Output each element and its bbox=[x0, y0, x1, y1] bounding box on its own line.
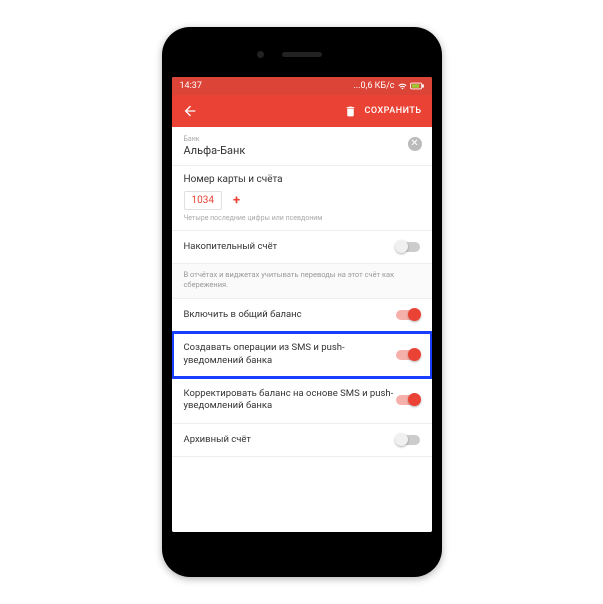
status-time: 14:37 bbox=[180, 81, 202, 91]
card-digits-chip[interactable]: 1034 bbox=[184, 191, 222, 210]
card-section-title: Номер карты и счёта bbox=[184, 174, 420, 185]
archive-toggle[interactable] bbox=[396, 435, 420, 445]
content[interactable]: Банк Альфа-Банк ✕ Номер карты и счёта 10… bbox=[172, 127, 432, 532]
phone-frame: 14:37 ...0,6 КБ/с СОХРАНИТЬ bbox=[162, 27, 442, 577]
add-card-button[interactable]: + bbox=[228, 191, 245, 210]
bank-field-label: Банк bbox=[184, 135, 420, 143]
close-icon: ✕ bbox=[410, 139, 418, 149]
savings-toggle[interactable] bbox=[396, 242, 420, 252]
delete-icon[interactable] bbox=[344, 105, 357, 118]
wifi-icon bbox=[398, 82, 407, 91]
app-bar: СОХРАНИТЬ bbox=[172, 95, 432, 127]
include-balance-toggle[interactable] bbox=[396, 310, 420, 320]
correct-balance-toggle[interactable] bbox=[396, 395, 420, 405]
battery-icon bbox=[410, 82, 424, 90]
status-indicators: ...0,6 КБ/с bbox=[353, 81, 423, 91]
archive-label: Архивный счёт bbox=[184, 434, 396, 446]
create-ops-toggle[interactable] bbox=[396, 350, 420, 360]
correct-balance-row[interactable]: Корректировать баланс на основе SMS и pu… bbox=[172, 378, 432, 424]
include-balance-row[interactable]: Включить в общий баланс bbox=[172, 299, 432, 332]
card-number-section: Номер карты и счёта 1034 + Четыре послед… bbox=[172, 166, 432, 231]
status-bar: 14:37 ...0,6 КБ/с bbox=[172, 77, 432, 95]
include-balance-label: Включить в общий баланс bbox=[184, 309, 396, 321]
phone-camera bbox=[257, 51, 264, 58]
savings-label: Накопительный счёт bbox=[184, 241, 396, 253]
card-helper-text: Четыре последние цифры или псевдоним bbox=[184, 214, 420, 222]
phone-speaker bbox=[282, 52, 322, 57]
savings-account-row[interactable]: Накопительный счёт bbox=[172, 231, 432, 264]
back-button[interactable] bbox=[182, 103, 198, 119]
bank-field-section[interactable]: Банк Альфа-Банк ✕ bbox=[172, 127, 432, 166]
savings-note: В отчётах и виджетах учитывать переводы … bbox=[184, 270, 420, 290]
bank-name-value: Альфа-Банк bbox=[184, 144, 420, 157]
create-ops-row[interactable]: Создавать операции из SMS и push-уведомл… bbox=[172, 332, 432, 378]
save-button[interactable]: СОХРАНИТЬ bbox=[365, 106, 422, 116]
screen: 14:37 ...0,6 КБ/с СОХРАНИТЬ bbox=[172, 77, 432, 532]
clear-bank-button[interactable]: ✕ bbox=[408, 137, 422, 151]
correct-balance-label: Корректировать баланс на основе SMS и pu… bbox=[184, 388, 396, 413]
archive-row[interactable]: Архивный счёт bbox=[172, 424, 432, 457]
create-ops-label: Создавать операции из SMS и push-уведомл… bbox=[184, 342, 396, 367]
network-speed: ...0,6 КБ/с bbox=[353, 81, 394, 91]
savings-note-section: В отчётах и виджетах учитывать переводы … bbox=[172, 264, 432, 299]
